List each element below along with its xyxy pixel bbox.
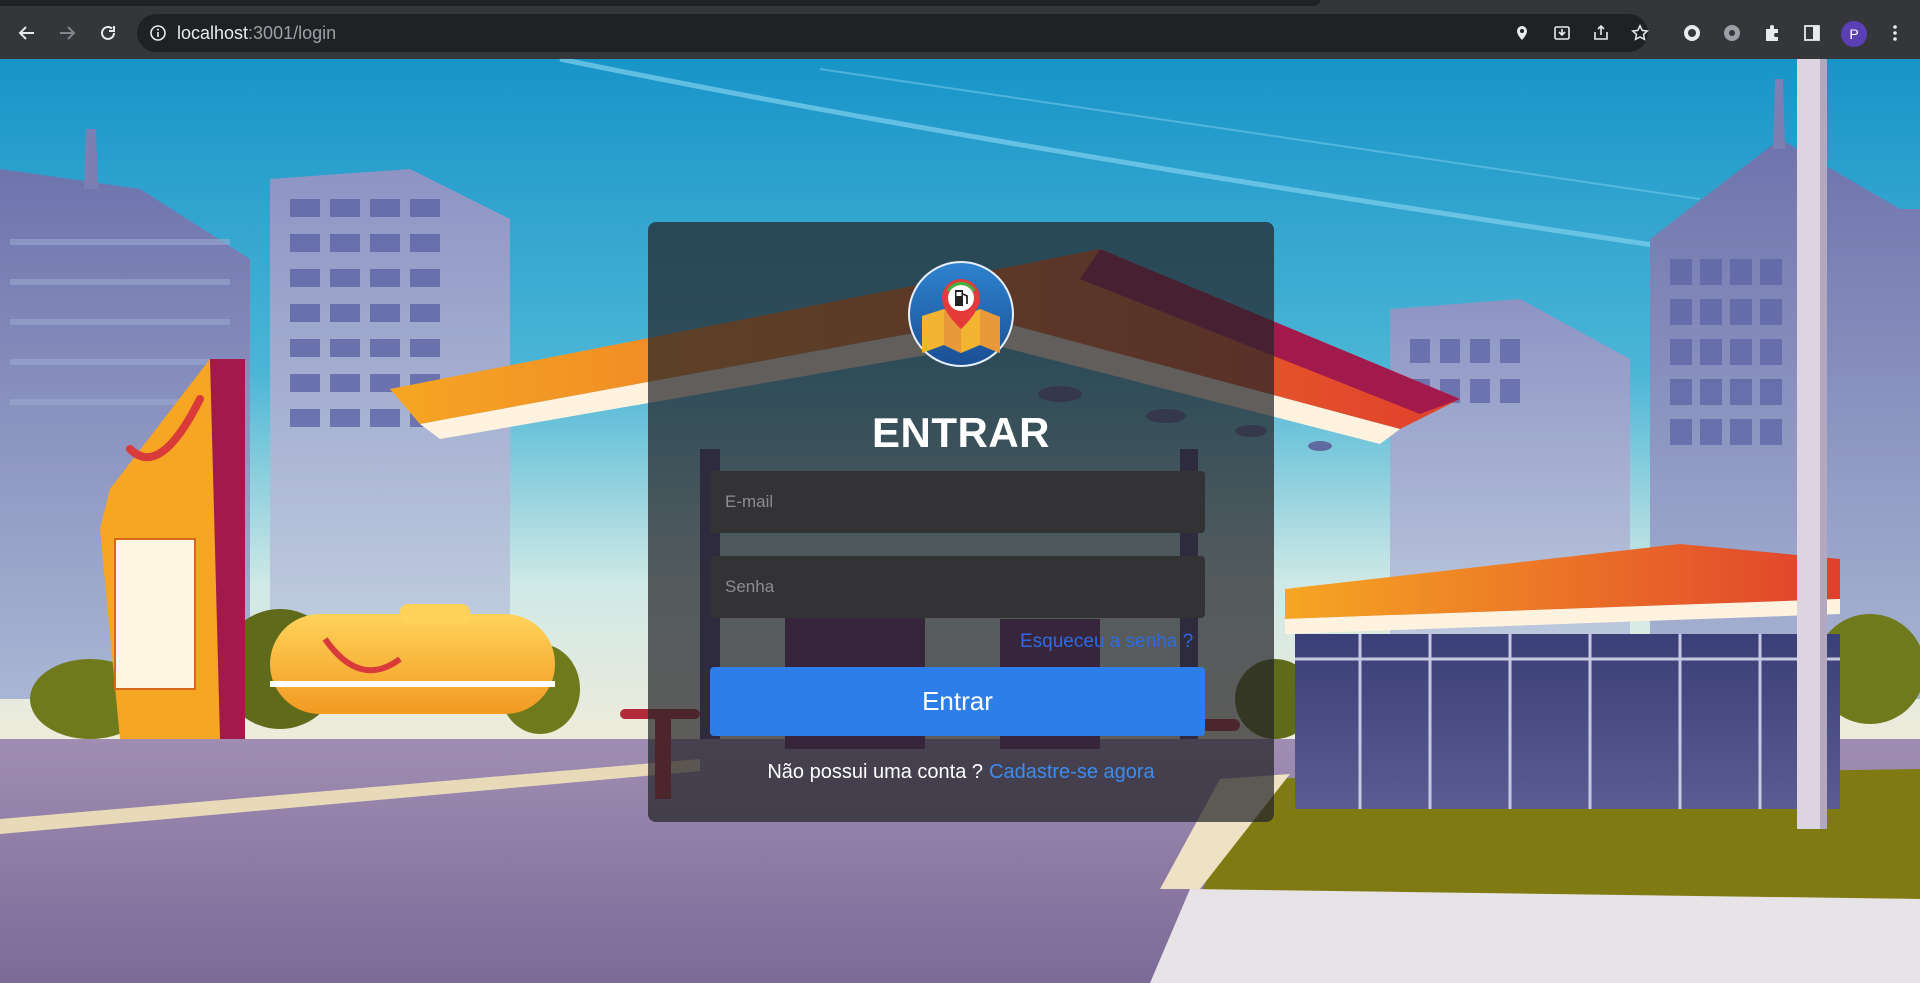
login-card: ENTRAR Esqueceu a senha ? Entrar Não pos… [648, 222, 1274, 822]
browser-menu-button[interactable] [1883, 21, 1907, 45]
url-text[interactable]: localhost:3001/login [177, 23, 336, 44]
page-title: ENTRAR [872, 409, 1050, 456]
browser-toolbar: localhost:3001/login P [0, 0, 1920, 59]
extension-button-2[interactable] [1720, 21, 1744, 45]
site-info-icon[interactable] [149, 24, 167, 42]
url-host: localhost [177, 23, 249, 43]
extensions-puzzle-icon [1766, 25, 1778, 41]
forward-icon [60, 26, 76, 40]
install-icon [1554, 26, 1570, 40]
share-icon [1594, 24, 1608, 40]
back-icon [18, 26, 34, 40]
extensions-button[interactable] [1760, 21, 1784, 45]
email-field[interactable] [710, 471, 1205, 533]
menu-kebab-icon [1893, 25, 1897, 41]
forgot-password-link[interactable]: Esqueceu a senha ? [1020, 631, 1193, 653]
app-logo-map-fuel-icon [908, 261, 1014, 367]
extension-circle-icon [1684, 25, 1700, 41]
login-submit-button[interactable]: Entrar [710, 667, 1205, 736]
side-panel-button[interactable] [1800, 21, 1824, 45]
forward-button[interactable] [53, 19, 81, 47]
signup-row: Não possui uma conta ? Cadastre-se agora [648, 761, 1274, 784]
address-bar[interactable]: localhost:3001/login [137, 14, 1651, 52]
share-button[interactable] [1590, 22, 1612, 44]
back-button[interactable] [13, 19, 41, 47]
reload-button[interactable] [94, 19, 122, 47]
tab-strip [0, 0, 1320, 6]
location-icon [1517, 26, 1527, 40]
profile-avatar[interactable]: P [1841, 21, 1867, 47]
signup-link[interactable]: Cadastre-se agora [989, 761, 1155, 783]
no-account-text: Não possui uma conta ? [767, 761, 984, 783]
password-field[interactable] [710, 556, 1205, 618]
reload-icon [101, 25, 115, 40]
side-panel-icon [1804, 25, 1820, 41]
install-app-button[interactable] [1551, 22, 1573, 44]
extension-button-1[interactable] [1680, 21, 1704, 45]
bookmark-button[interactable] [1629, 22, 1651, 44]
url-path: :3001/login [248, 23, 337, 43]
location-button[interactable] [1511, 22, 1533, 44]
extension-gear-icon [1724, 25, 1740, 41]
bookmark-star-icon [1631, 24, 1649, 41]
